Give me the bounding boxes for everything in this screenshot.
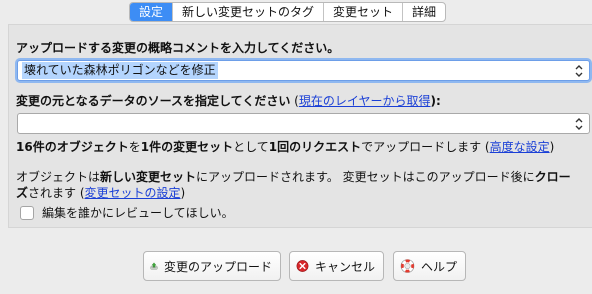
changeset-info-line1: オブジェクトは新しい変更セットにアップロードされます。 変更セットはこのアップロ…	[16, 168, 571, 185]
info-text: されます (	[28, 186, 85, 200]
summary-changeset-count: 1件の変更セット	[140, 140, 234, 154]
upload-summary: 16件のオブジェクトを1件の変更セットとして1回のリクエストでアップロードします…	[16, 138, 554, 155]
summary-object-count: 16件のオブジェクト	[16, 140, 129, 154]
cancel-button-label: キャンセル	[314, 259, 375, 274]
source-label-row: 変更の元となるデータのソースを指定してください (現在のレイヤーから取得):	[16, 92, 441, 109]
cancel-button[interactable]: キャンセル	[289, 251, 384, 281]
summary-text: として	[233, 140, 269, 154]
tab-settings[interactable]: 設定	[130, 3, 173, 21]
upload-icon	[150, 262, 158, 270]
tab-bar: 設定 新しい変更セットのタグ 変更セット 詳細	[129, 2, 447, 22]
comment-label: アップロードする変更の概略コメントを入力してください。	[16, 41, 340, 55]
summary-text: でアップロードします (	[361, 140, 490, 154]
review-checkbox-label[interactable]: 編集を誰かにレビューしてほしい。	[42, 204, 234, 221]
info-close: クロー	[534, 170, 571, 184]
upload-button-label: 変更のアップロード	[163, 259, 272, 274]
paren-close: ):	[430, 94, 441, 108]
info-text: にアップロードされます。 変更セットはこのアップロード後に	[196, 170, 535, 184]
source-combobox[interactable]	[17, 113, 590, 134]
source-value[interactable]	[22, 115, 26, 132]
review-checkbox[interactable]	[20, 205, 34, 220]
summary-request-count: 1回のリクエスト	[268, 140, 362, 154]
help-button[interactable]: ヘルプ	[393, 251, 466, 281]
comment-combobox[interactable]: 壊れていた森林ポリゴンなどを修正	[17, 60, 590, 81]
summary-text: )	[549, 140, 555, 154]
info-text: )	[180, 186, 186, 200]
obtain-from-layer-link[interactable]: 現在のレイヤーから取得	[299, 94, 431, 108]
tab-new-changeset-tags[interactable]: 新しい変更セットのタグ	[172, 3, 323, 21]
changeset-info-line2: ズされます (変更セットの設定)	[16, 184, 185, 201]
changeset-settings-link[interactable]: 変更セットの設定	[85, 186, 181, 200]
tab-advanced[interactable]: 詳細	[402, 3, 445, 21]
upload-button[interactable]: 変更のアップロード	[143, 251, 281, 281]
review-checkbox-row[interactable]: 編集を誰かにレビューしてほしい。	[20, 204, 234, 221]
info-text: オブジェクトは	[16, 170, 101, 184]
comment-value[interactable]: 壊れていた森林ポリゴンなどを修正	[22, 62, 218, 79]
info-new-changeset: 新しい変更セット	[100, 170, 197, 184]
paren-open: (	[290, 94, 299, 108]
help-lifebuoy-icon	[400, 259, 415, 273]
combo-stepper-icon[interactable]	[573, 64, 585, 78]
summary-text: を	[128, 140, 141, 154]
source-label: 変更の元となるデータのソースを指定してください	[16, 94, 291, 108]
tab-changesets[interactable]: 変更セット	[323, 3, 402, 21]
combo-stepper-icon[interactable]	[573, 117, 585, 131]
advanced-settings-link[interactable]: 高度な設定	[490, 140, 550, 154]
info-close-cont: ズ	[16, 186, 29, 200]
help-button-label: ヘルプ	[420, 259, 457, 274]
cancel-icon	[296, 260, 309, 272]
